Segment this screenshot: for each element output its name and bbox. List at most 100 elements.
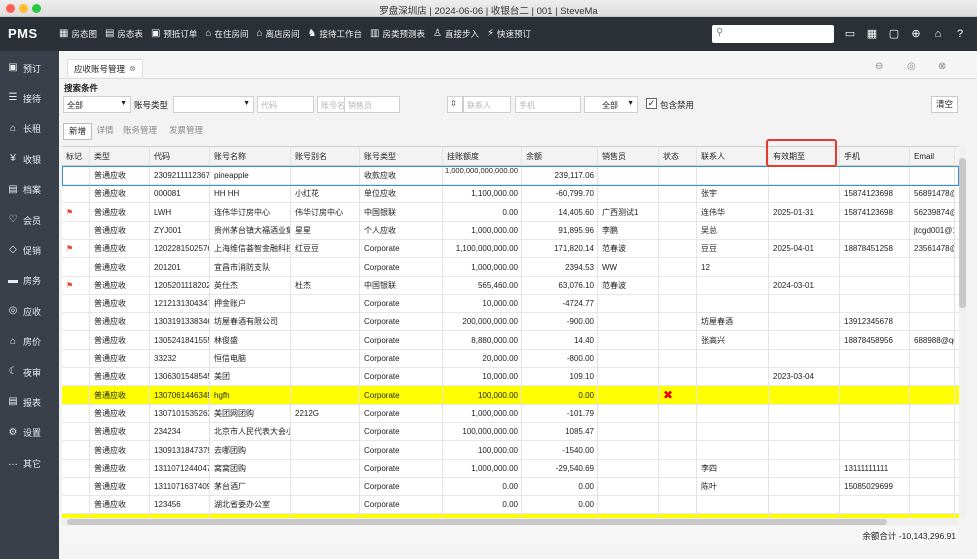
table-row[interactable]: 普通应收 000081 HH HH 小红花 单位应收 1,100,000.00 -60,79… <box>62 184 959 204</box>
sales-input[interactable]: 销售员 <box>344 96 400 113</box>
table-row[interactable]: 普通应收 1309131847379 去哪团购 Corporate 100,000.00… <box>62 440 959 460</box>
sidebar-item[interactable]: ▬ 房务 <box>0 271 59 291</box>
sidebar-item-label: 夜审 <box>23 367 42 378</box>
status-select[interactable]: 全部 ▼ <box>584 96 638 113</box>
type-cell: 普通应收 <box>90 184 150 204</box>
table-row[interactable]: 普通应收 1311071637409 茅台酒厂 Corporate 0.00 0.00 陈叶… <box>62 477 959 497</box>
column-header[interactable]: 标记 <box>62 147 90 166</box>
top-nav-item[interactable]: ♙ 直接步入 <box>433 28 479 40</box>
name-cell: 贵州茅台镇大福酒业集 <box>210 220 291 240</box>
table-row[interactable]: 普通应收 1303191338346 坊屋春酒有限公司 Corporate 200,00… <box>62 312 959 332</box>
clear-button[interactable]: 清空 <box>931 96 958 113</box>
table-row[interactable]: 普通应收 1305241841555 林俊盛 Corporate 8,880,000.0… <box>62 330 959 350</box>
table-row[interactable]: 普通应收 ZYJ001 贵州茅台镇大福酒业集 星星 个人应收 1,000,000.00 91… <box>62 220 959 240</box>
table-row[interactable]: 普通应收 1306301548545 美团 Corporate 10,000.00 109… <box>62 367 959 387</box>
type-cell: 普通应收 <box>90 422 150 442</box>
sidebar-item-label: 应收 <box>23 306 42 317</box>
column-header[interactable]: 账号名称 <box>210 147 291 166</box>
tv-icon[interactable]: ▢ <box>887 27 901 41</box>
tab-receivable-accounts[interactable]: 应收账号管理 ⊗ <box>67 59 143 77</box>
phone-input[interactable]: 手机 <box>515 96 581 113</box>
caret-down-icon: ▼ <box>243 100 250 107</box>
top-search-input[interactable]: ⚲ <box>712 25 834 43</box>
name-cell: hgfh <box>210 385 291 405</box>
calculator-icon[interactable]: ▦ <box>865 27 879 41</box>
help-icon[interactable]: ? <box>953 27 967 41</box>
top-nav-item[interactable]: ▣ 预抵订单 <box>151 28 197 40</box>
account-type-select[interactable]: ▼ <box>173 96 254 113</box>
table-row[interactable]: 普通应收 1311071244047 窝窝团购 Corporate 1,000,000.… <box>62 458 959 478</box>
column-header[interactable]: 状态 <box>659 147 697 166</box>
globe-icon[interactable]: ⊕ <box>909 27 923 41</box>
column-header[interactable]: 类型 <box>90 147 150 166</box>
sidebar-item[interactable]: ◇ 促销 <box>0 240 59 260</box>
top-nav-item[interactable]: ⌂ 在住房间 <box>205 28 248 40</box>
table-row[interactable]: 普通应收 1307061446349 hgfh Corporate 100,000.00… <box>62 385 959 405</box>
sidebar-item[interactable]: ▣ 预订 <box>0 58 59 78</box>
top-nav-item[interactable]: ▦ 房态图 <box>59 28 97 40</box>
column-header[interactable]: 联系人 <box>697 147 769 166</box>
sidebar-item[interactable]: ¥ 收银 <box>0 149 59 169</box>
sidebar-item[interactable]: ☰ 接待 <box>0 88 59 108</box>
top-nav-item[interactable]: ⌂ 离店房间 <box>256 28 299 40</box>
column-header[interactable]: 账号别名 <box>291 147 360 166</box>
detail-button[interactable]: 详情 <box>94 123 116 140</box>
table-row[interactable]: ⚑ 普通应收 1205201118202 英仕杰 杜杰 中国银联 565,460.00 63,… <box>62 275 959 295</box>
column-header[interactable]: Email <box>910 147 955 166</box>
column-header[interactable]: 挂账额度 <box>443 147 522 166</box>
chat-icon[interactable]: ▭ <box>843 27 857 41</box>
minimize-icon[interactable]: ⊖ <box>875 61 883 72</box>
contact-input[interactable]: 联系人 <box>463 96 511 113</box>
top-nav-item[interactable]: ▥ 房类预测表 <box>370 28 425 40</box>
table-row[interactable]: 普通应收 33232 恒信电脑 Corporate 20,000.00 -800.00 <box>62 349 959 368</box>
restore-icon[interactable]: ◎ <box>907 61 916 72</box>
table-row[interactable]: 普通应收 123456 湖北省委办公室 Corporate 0.00 0.00 <box>62 495 959 515</box>
include-disabled-checkbox[interactable]: ✓ <box>646 98 657 109</box>
table-row[interactable]: ⚑ 普通应收 LWH 连伟华订房中心 伟华订房中心 中国银联 0.00 14,405.60 广西… <box>62 202 959 222</box>
close-icon[interactable]: ⊗ <box>129 64 136 73</box>
phone-cell <box>840 275 910 295</box>
column-header[interactable]: 账号类型 <box>360 147 443 166</box>
status-cell <box>659 458 697 478</box>
new-button[interactable]: 新增 <box>63 123 92 140</box>
invoice-management-button[interactable]: 发票管理 <box>165 123 207 140</box>
top-nav-item[interactable]: ⚡ 快速预订 <box>487 28 531 40</box>
column-header[interactable]: 销售员 <box>598 147 659 166</box>
sidebar-item[interactable]: ▤ 报表 <box>0 392 59 412</box>
scope-select[interactable]: 全部 ▼ <box>63 96 131 113</box>
column-header[interactable]: 手机 <box>840 147 910 166</box>
horizontal-scrollbar[interactable] <box>62 518 959 526</box>
table-row[interactable]: 普通应收 234234 北京市人民代表大会小 Corporate 100,000,000… <box>62 422 959 442</box>
close-panel-icon[interactable]: ⊗ <box>938 61 946 72</box>
column-header[interactable]: 余额 <box>522 147 598 166</box>
sidebar-item[interactable]: ◎ 应收 <box>0 301 59 321</box>
alias-cell <box>291 477 360 497</box>
sidebar-item[interactable]: … 其它 <box>0 453 59 473</box>
scroll-thumb[interactable] <box>67 519 887 525</box>
scroll-thumb[interactable] <box>959 158 966 308</box>
vertical-scrollbar[interactable] <box>959 146 966 518</box>
table-row[interactable]: 普通应收 201201 宜昌市消防支队 Corporate 1,000,000.00 23… <box>62 257 959 277</box>
sidebar-item[interactable]: ⚙ 设置 <box>0 423 59 443</box>
sales-stepper[interactable]: ⇳ <box>447 96 463 113</box>
type-cell: 普通应收 <box>90 385 150 405</box>
home-icon[interactable]: ⌂ <box>931 27 945 41</box>
sidebar-item[interactable]: ♡ 会员 <box>0 210 59 230</box>
sidebar-item[interactable]: ⌂ 长租 <box>0 119 59 139</box>
sidebar-item[interactable]: ☾ 夜审 <box>0 362 59 382</box>
sidebar-item-label: 档案 <box>23 185 42 196</box>
top-nav-item[interactable]: ▤ 房态表 <box>105 28 143 40</box>
account-type-cell: 个人应收 <box>360 220 443 240</box>
table-row[interactable]: ⚑ 普通应收 1202281502576 上海维信荟智金融科技 红豆豆 Corporate… <box>62 239 959 259</box>
table-row[interactable]: 普通应收 1307101535263 美团网团购 2212G Corporate 1,00… <box>62 403 959 423</box>
table-row[interactable]: 普通应收 1212131304347 押金账户 Corporate 10,000.00-… <box>62 294 959 314</box>
column-header[interactable]: 代码 <box>150 147 210 166</box>
code-input[interactable]: 代码 <box>257 96 314 113</box>
sidebar-item[interactable]: ⌂ 房价 <box>0 332 59 352</box>
account-management-button[interactable]: 账务管理 <box>119 123 161 140</box>
email-cell <box>910 403 955 423</box>
top-nav-item[interactable]: ♞ 接待工作台 <box>308 28 362 40</box>
email-cell <box>910 458 955 478</box>
phone-cell: 15874123698 <box>840 202 910 222</box>
sidebar-item[interactable]: ▤ 档案 <box>0 180 59 200</box>
